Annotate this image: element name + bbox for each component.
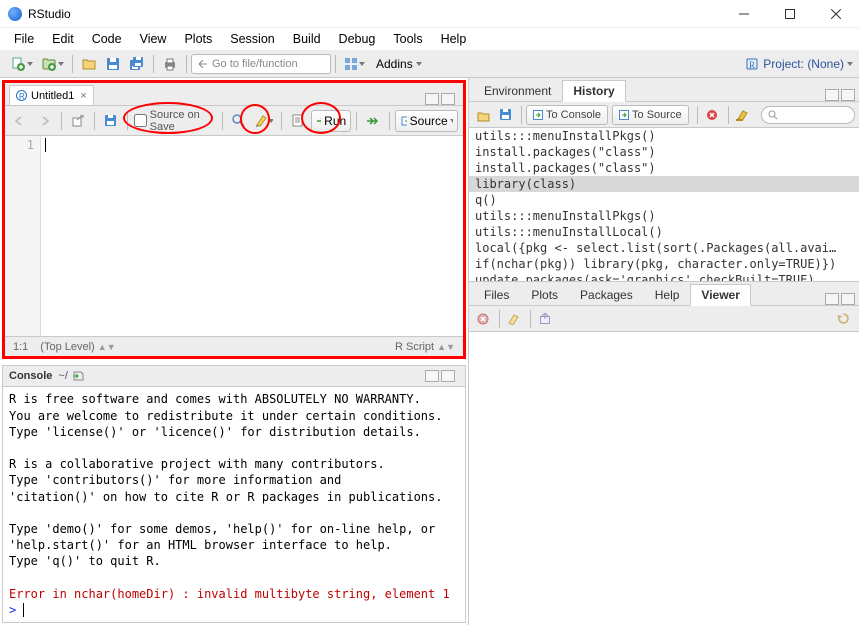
tab-files[interactable]: Files bbox=[473, 283, 520, 305]
close-button[interactable] bbox=[813, 0, 859, 28]
clear-history-button[interactable] bbox=[733, 105, 753, 125]
print-button[interactable] bbox=[159, 53, 181, 75]
tab-history[interactable]: History bbox=[562, 80, 625, 102]
console-path-arrow-icon[interactable] bbox=[72, 371, 84, 381]
history-entry[interactable]: update.packages(ask='graphics',checkBuil… bbox=[469, 272, 859, 281]
history-panel: Environment History To Console To Source bbox=[469, 78, 859, 282]
tab-viewer[interactable]: Viewer bbox=[690, 284, 750, 306]
window-title: RStudio bbox=[28, 7, 721, 21]
source-on-save-checkbox[interactable]: Source on Save bbox=[134, 109, 216, 133]
menu-file[interactable]: File bbox=[6, 30, 42, 48]
history-entry[interactable]: utils:::menuInstallLocal() bbox=[469, 224, 859, 240]
console-path: ~/ bbox=[58, 370, 67, 382]
scope-selector[interactable]: (Top Level) ▲▼ bbox=[40, 341, 115, 353]
history-list[interactable]: utils:::menuInstallPkgs()install.package… bbox=[469, 128, 859, 281]
new-project-button[interactable] bbox=[38, 53, 67, 75]
pane-minimize-button[interactable] bbox=[825, 293, 839, 305]
file-type-selector[interactable]: R Script ▲▼ bbox=[395, 341, 455, 353]
source-tab[interactable]: R Untitled1 × bbox=[9, 85, 94, 105]
to-source-button[interactable]: To Source bbox=[612, 105, 689, 125]
tab-close-icon[interactable]: × bbox=[80, 90, 86, 102]
code-editor[interactable] bbox=[41, 136, 463, 336]
run-button[interactable]: Run bbox=[311, 110, 351, 132]
viewer-panel: Files Plots Packages Help Viewer bbox=[469, 282, 859, 625]
goto-file-function-input[interactable]: Go to file/function bbox=[191, 54, 331, 74]
console-title: Console bbox=[9, 370, 52, 382]
to-console-button[interactable]: To Console bbox=[526, 105, 608, 125]
menu-plots[interactable]: Plots bbox=[176, 30, 220, 48]
viewer-remove-button[interactable] bbox=[473, 309, 493, 329]
history-entry[interactable]: q() bbox=[469, 192, 859, 208]
source-panel: R Untitled1 × Source on bbox=[2, 80, 466, 359]
line-gutter: 1 bbox=[5, 136, 41, 336]
console-output[interactable]: R is free software and comes with ABSOLU… bbox=[2, 387, 466, 623]
tab-environment[interactable]: Environment bbox=[473, 79, 562, 101]
svg-text:R: R bbox=[749, 60, 755, 70]
source-button[interactable]: Source bbox=[395, 110, 458, 132]
maximize-button[interactable] bbox=[767, 0, 813, 28]
pane-minimize-button[interactable] bbox=[425, 93, 439, 105]
code-tools-button[interactable] bbox=[252, 110, 276, 132]
rstudio-logo-icon bbox=[8, 7, 22, 21]
cursor-position: 1:1 bbox=[13, 341, 28, 353]
pane-maximize-button[interactable] bbox=[441, 93, 455, 105]
save-button[interactable] bbox=[102, 53, 124, 75]
menu-debug[interactable]: Debug bbox=[331, 30, 384, 48]
project-selector[interactable]: R Project: (None) bbox=[745, 57, 853, 71]
addins-button[interactable]: Addins bbox=[370, 53, 428, 75]
menu-edit[interactable]: Edit bbox=[44, 30, 82, 48]
open-file-button[interactable] bbox=[78, 53, 100, 75]
pane-minimize-button[interactable] bbox=[825, 89, 839, 101]
minimize-button[interactable] bbox=[721, 0, 767, 28]
tab-packages[interactable]: Packages bbox=[569, 283, 644, 305]
pane-maximize-button[interactable] bbox=[841, 293, 855, 305]
load-history-button[interactable] bbox=[473, 105, 493, 125]
menu-code[interactable]: Code bbox=[84, 30, 130, 48]
compile-report-button[interactable] bbox=[287, 110, 309, 132]
history-search-input[interactable] bbox=[761, 106, 855, 124]
menu-build[interactable]: Build bbox=[285, 30, 329, 48]
viewer-refresh-button[interactable] bbox=[833, 309, 853, 329]
goto-placeholder: Go to file/function bbox=[212, 58, 298, 70]
remove-entry-button[interactable] bbox=[702, 105, 722, 125]
history-entry[interactable]: local({pkg <- select.list(sort(.Packages… bbox=[469, 240, 859, 256]
pane-maximize-button[interactable] bbox=[441, 370, 455, 382]
viewer-export-button[interactable] bbox=[535, 309, 555, 329]
history-entry[interactable]: library(class) bbox=[469, 176, 859, 192]
save-history-button[interactable] bbox=[495, 105, 515, 125]
viewer-clear-button[interactable] bbox=[504, 309, 524, 329]
menu-view[interactable]: View bbox=[132, 30, 175, 48]
save-source-button[interactable] bbox=[100, 110, 122, 132]
history-entry[interactable]: install.packages("class") bbox=[469, 144, 859, 160]
history-entry[interactable]: utils:::menuInstallPkgs() bbox=[469, 128, 859, 144]
show-in-new-window-button[interactable] bbox=[67, 110, 89, 132]
menu-help[interactable]: Help bbox=[433, 30, 475, 48]
menu-tools[interactable]: Tools bbox=[385, 30, 430, 48]
viewer-body bbox=[469, 332, 859, 625]
nav-forward-button[interactable] bbox=[34, 110, 56, 132]
tab-plots[interactable]: Plots bbox=[520, 283, 569, 305]
console-panel: Console ~/ R is free software and comes … bbox=[2, 365, 466, 623]
history-entry[interactable]: utils:::menuInstallPkgs() bbox=[469, 208, 859, 224]
pane-minimize-button[interactable] bbox=[425, 370, 439, 382]
tab-help[interactable]: Help bbox=[644, 283, 691, 305]
menu-session[interactable]: Session bbox=[222, 30, 282, 48]
grid-view-button[interactable] bbox=[341, 53, 368, 75]
nav-back-button[interactable] bbox=[10, 110, 32, 132]
find-button[interactable] bbox=[228, 110, 250, 132]
pane-maximize-button[interactable] bbox=[841, 89, 855, 101]
new-file-button[interactable] bbox=[7, 53, 36, 75]
history-entry[interactable]: if(nchar(pkg)) library(pkg, character.on… bbox=[469, 256, 859, 272]
menubar: File Edit Code View Plots Session Build … bbox=[0, 28, 859, 50]
svg-text:R: R bbox=[19, 92, 25, 101]
history-entry[interactable]: install.packages("class") bbox=[469, 160, 859, 176]
rerun-button[interactable] bbox=[362, 110, 384, 132]
save-all-button[interactable] bbox=[126, 53, 148, 75]
